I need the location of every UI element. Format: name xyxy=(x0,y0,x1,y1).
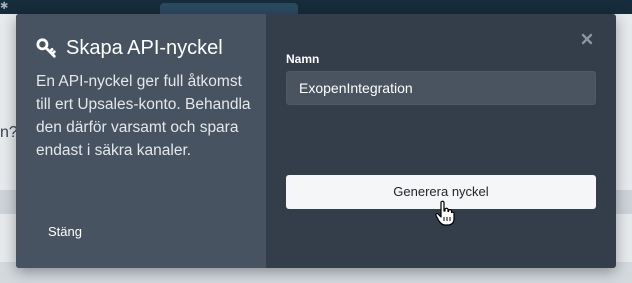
key-icon xyxy=(36,38,56,58)
star-icon: ✱ xyxy=(0,1,9,12)
name-input[interactable]: ExopenIntegration xyxy=(286,71,596,105)
api-key-modal: Skapa API-nyckel En API-nyckel ger full … xyxy=(16,14,616,268)
modal-title: Skapa API-nyckel xyxy=(66,37,223,59)
modal-info-panel: Skapa API-nyckel En API-nyckel ger full … xyxy=(16,14,266,268)
hand-cursor-icon xyxy=(435,200,455,226)
close-button[interactable]: Stäng xyxy=(48,224,82,239)
modal-description: En API-nyckel ger full åtkomst till ert … xyxy=(36,73,251,159)
modal-title-row: Skapa API-nyckel xyxy=(36,36,223,60)
background-topbar: ✱ xyxy=(0,0,632,17)
close-icon[interactable] xyxy=(580,32,594,46)
name-field-label: Namn xyxy=(286,52,320,66)
